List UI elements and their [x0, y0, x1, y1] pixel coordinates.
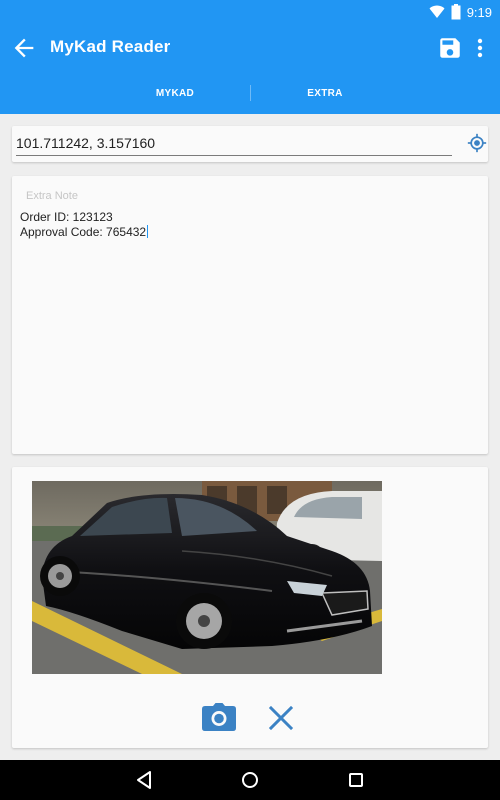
battery-icon [451, 4, 461, 20]
tab-mykad[interactable]: MYKAD [100, 72, 250, 114]
my-location-icon[interactable] [467, 133, 487, 153]
extra-note-field[interactable]: Extra Note Order ID: 123123 Approval Cod… [12, 176, 488, 454]
camera-icon[interactable] [202, 703, 236, 731]
location-input[interactable] [16, 130, 452, 156]
wifi-icon [429, 5, 445, 18]
app-bar: MyKad Reader [0, 24, 500, 72]
status-time: 9:19 [466, 4, 492, 20]
save-icon[interactable] [437, 35, 463, 61]
location-card [12, 126, 488, 162]
more-vert-icon[interactable] [470, 36, 490, 60]
status-bar: 9:19 [0, 0, 500, 24]
nav-home-icon[interactable] [240, 770, 260, 790]
app-title: MyKad Reader [50, 37, 171, 56]
text-cursor [147, 225, 149, 238]
note-line-approval-code: Approval Code: 765432 [20, 225, 149, 239]
nav-back-icon[interactable] [135, 770, 153, 790]
status-icons: 9:19 [429, 3, 492, 21]
tab-bar: MYKAD EXTRA [0, 72, 500, 114]
photo-card [12, 467, 488, 748]
tab-extra[interactable]: EXTRA [250, 72, 400, 114]
note-line-order-id: Order ID: 123123 [20, 210, 113, 224]
extra-note-label: Extra Note [26, 190, 78, 202]
nav-recents-icon[interactable] [347, 770, 365, 790]
navigation-bar [0, 760, 500, 800]
car-photo [32, 481, 382, 674]
close-icon[interactable] [269, 706, 293, 730]
arrow-back-icon[interactable] [10, 34, 38, 62]
